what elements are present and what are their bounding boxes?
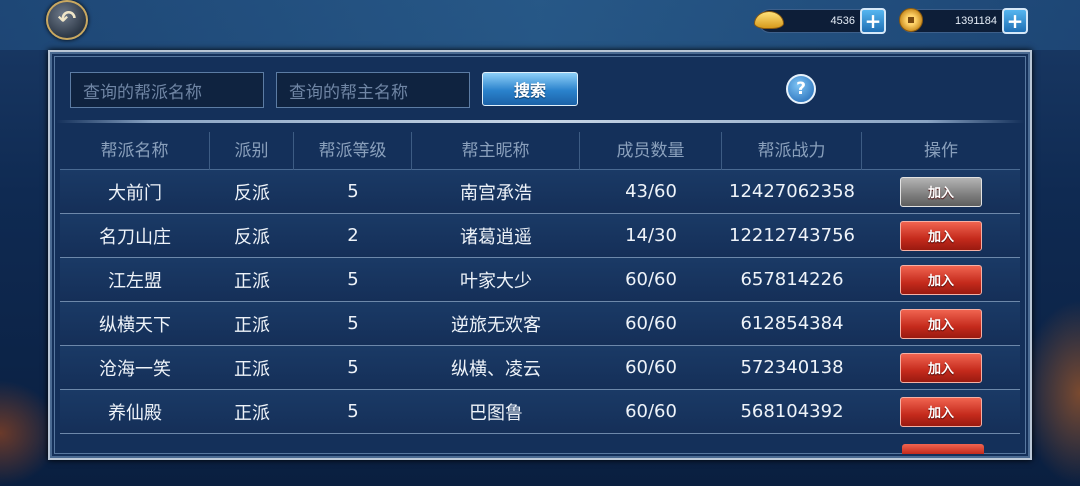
guild-name-search-input[interactable]: 查询的帮派名称	[70, 72, 264, 108]
guild-level: 2	[347, 225, 359, 246]
panel-divider	[56, 120, 1024, 123]
guild-faction: 正派	[234, 358, 270, 380]
guild-members: 60/60	[625, 269, 677, 290]
guild-level: 5	[347, 269, 359, 290]
guild-level: 5	[347, 181, 359, 202]
add-gold-button[interactable]: +	[860, 8, 886, 34]
guild-power: 572340138	[740, 357, 844, 378]
back-arrow-icon: ↶	[57, 7, 77, 32]
header-faction: 派别	[210, 131, 294, 170]
guild-name: 沧海一笑	[99, 358, 171, 380]
table-row: 江左盟 正派 5 叶家大少 60/60 657814226 加入	[60, 258, 1020, 302]
guild-members: 60/60	[625, 313, 677, 334]
table-row: 纵横天下 正派 5 逆旅无欢客 60/60 612854384 加入	[60, 302, 1020, 346]
back-button[interactable]: ↶	[46, 0, 88, 40]
gold-currency: 4536 +	[754, 8, 886, 34]
copper-coin-icon	[896, 6, 926, 34]
guild-list-panel: 查询的帮派名称 查询的帮主名称 搜索 ? 帮派名称 派别 帮派等级 帮主昵称 成…	[48, 50, 1032, 460]
header-guild-level: 帮派等级	[294, 131, 412, 170]
guild-name: 大前门	[108, 182, 162, 204]
guild-faction: 正派	[234, 314, 270, 336]
header-guild-name: 帮派名称	[60, 131, 210, 170]
search-button[interactable]: 搜索	[482, 72, 578, 106]
guild-leader: 纵横、凌云	[451, 358, 541, 380]
guild-leader: 巴图鲁	[469, 402, 523, 424]
guild-leader: 诸葛逍遥	[460, 226, 532, 248]
add-copper-button[interactable]: +	[1002, 8, 1028, 34]
guild-power: 12427062358	[729, 181, 855, 202]
join-button-partial[interactable]	[902, 444, 984, 454]
guild-power: 657814226	[740, 269, 844, 290]
guild-level: 5	[347, 357, 359, 378]
table-row: 养仙殿 正派 5 巴图鲁 60/60 568104392 加入	[60, 390, 1020, 434]
guild-members: 60/60	[625, 357, 677, 378]
guild-faction: 反派	[234, 226, 270, 248]
join-button[interactable]: 加入	[900, 352, 982, 383]
guild-faction: 反派	[234, 182, 270, 204]
join-button[interactable]: 加入	[900, 264, 982, 295]
table-row: 沧海一笑 正派 5 纵横、凌云 60/60 572340138 加入	[60, 346, 1020, 390]
guild-faction: 正派	[234, 402, 270, 424]
guild-members: 14/30	[625, 225, 677, 246]
guild-leader: 逆旅无欢客	[451, 314, 541, 336]
join-button[interactable]: 加入	[900, 220, 982, 251]
guild-level: 5	[347, 401, 359, 422]
guild-power: 568104392	[740, 401, 844, 422]
header-action: 操作	[924, 140, 958, 161]
guild-members: 60/60	[625, 401, 677, 422]
copper-currency: 1391184 +	[896, 8, 1028, 34]
guild-table: 帮派名称 派别 帮派等级 帮主昵称 成员数量 帮派战力 操作 大前门 反派 5 …	[60, 131, 1020, 434]
guild-name: 江左盟	[108, 270, 162, 292]
table-header: 帮派名称 派别 帮派等级 帮主昵称 成员数量 帮派战力 操作	[60, 131, 1020, 170]
guild-members: 43/60	[625, 181, 677, 202]
table-row: 大前门 反派 5 南宫承浩 43/60 12427062358 加入	[60, 170, 1020, 214]
guild-power: 12212743756	[729, 225, 855, 246]
join-button[interactable]: 加入	[900, 308, 982, 339]
header-guild-power: 帮派战力	[722, 131, 862, 170]
header-leader-name: 帮主昵称	[412, 131, 580, 170]
join-button[interactable]: 加入	[900, 176, 982, 207]
guild-leader: 叶家大少	[460, 270, 532, 292]
guild-name: 名刀山庄	[99, 226, 171, 248]
guild-name: 养仙殿	[108, 402, 162, 424]
guild-level: 5	[347, 313, 359, 334]
guild-power: 612854384	[740, 313, 844, 334]
guild-name: 纵横天下	[99, 314, 171, 336]
guild-leader: 南宫承浩	[460, 182, 532, 204]
leader-name-search-input[interactable]: 查询的帮主名称	[276, 72, 470, 108]
gold-ingot-icon	[754, 6, 784, 34]
guild-faction: 正派	[234, 270, 270, 292]
table-row: 名刀山庄 反派 2 诸葛逍遥 14/30 12212743756 加入	[60, 214, 1020, 258]
help-icon[interactable]: ?	[786, 74, 816, 104]
header-member-count: 成员数量	[580, 131, 722, 170]
join-button[interactable]: 加入	[900, 396, 982, 427]
